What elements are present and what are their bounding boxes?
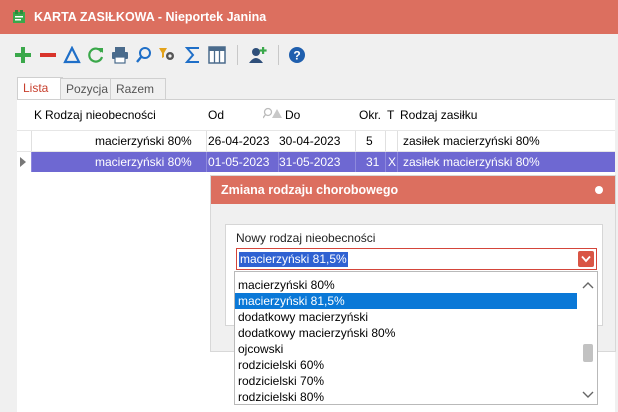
cell-do: 31-05-2023 [279, 155, 341, 169]
toolbar-separator [237, 45, 238, 65]
plus-icon[interactable] [13, 45, 33, 65]
toolbar: ? [0, 34, 618, 76]
grid-header: K Rodzaj nieobecności Od Do Okr. T Rodza… [17, 105, 615, 125]
row-indicator-icon [20, 157, 26, 167]
table-row-selected[interactable]: macierzyński 80% 01-05-2023 31-05-2023 3… [17, 151, 615, 172]
tab-razem[interactable]: Razem [110, 78, 166, 99]
dialog-title: Zmiana rodzaju chorobowego [221, 183, 399, 197]
dropdown-list[interactable]: macierzyński 80% macierzyński 81,5% doda… [234, 271, 598, 405]
window-title: KARTA ZASIŁKOWA - Nieportek Janina [34, 10, 267, 24]
cell-do: 30-04-2023 [279, 134, 341, 148]
window-title-bar: KARTA ZASIŁKOWA - Nieportek Janina [0, 0, 618, 34]
filter-gear-icon[interactable] [158, 45, 178, 65]
cell-okr: 5 [366, 134, 373, 148]
cell-t: X [388, 155, 397, 169]
cell-rodzaj: macierzyński 80% [95, 155, 192, 169]
cell-od: 26-04-2023 [208, 134, 270, 148]
dialog-title-bar: Zmiana rodzaju chorobowego [211, 176, 615, 204]
close-dot-icon[interactable] [595, 186, 603, 194]
chevron-down-icon[interactable] [582, 388, 594, 398]
chevron-down-icon[interactable] [578, 251, 594, 267]
dropdown-option[interactable]: dodatkowy macierzyński 80% [235, 325, 577, 341]
dropdown-option[interactable]: rodzicielski 70% [235, 373, 577, 389]
absence-type-select[interactable]: macierzyński 81,5% [236, 248, 597, 270]
column-header-do[interactable]: Do [285, 108, 300, 122]
cell-rodzaj: macierzyński 80% [95, 134, 192, 148]
triangle-icon[interactable] [62, 45, 82, 65]
dropdown-option-selected[interactable]: macierzyński 81,5% [235, 293, 577, 309]
dropdown-scrollbar[interactable] [579, 272, 597, 404]
help-icon[interactable]: ? [287, 45, 307, 65]
app-icon [12, 9, 28, 25]
dropdown-option[interactable]: rodzicielski 60% [235, 357, 577, 373]
cell-od: 01-05-2023 [208, 155, 270, 169]
field-label: Nowy rodzaj nieobecności [236, 231, 376, 245]
dropdown-option[interactable]: macierzyński 80% [235, 277, 577, 293]
add-person-icon[interactable] [248, 45, 268, 65]
dropdown-option[interactable]: dodatkowy macierzyński [235, 309, 577, 325]
column-header-okr[interactable]: Okr. [359, 108, 381, 122]
tab-lista[interactable]: Lista [17, 77, 63, 100]
column-header-k[interactable]: K [34, 108, 42, 122]
scrollbar-thumb[interactable] [583, 344, 593, 362]
search-icon[interactable] [134, 45, 154, 65]
dropdown-option[interactable]: ojcowski [235, 341, 577, 357]
dropdown-option[interactable]: rodzicielski 80% [235, 389, 577, 404]
column-header-rodzaj-nieobecnosci[interactable]: Rodzaj nieobecności [45, 108, 156, 122]
minus-icon[interactable] [38, 45, 58, 65]
column-header-t[interactable]: T [387, 108, 394, 122]
sort-icon [262, 107, 283, 122]
column-header-rodzaj-zasilku[interactable]: Rodzaj zasiłku [400, 108, 477, 122]
refresh-icon[interactable] [86, 45, 106, 65]
column-header-od[interactable]: Od [208, 108, 224, 122]
cell-zasilek: zasiłek macierzyński 80% [403, 155, 540, 169]
sigma-icon[interactable] [183, 45, 203, 65]
print-icon[interactable] [110, 45, 130, 65]
chevron-up-icon[interactable] [582, 278, 594, 289]
svg-text:?: ? [293, 49, 300, 63]
toolbar-separator [278, 45, 279, 65]
select-value: macierzyński 81,5% [239, 252, 348, 267]
cell-zasilek: zasiłek macierzyński 80% [403, 134, 540, 148]
columns-icon[interactable] [207, 45, 227, 65]
table-row[interactable]: macierzyński 80% 26-04-2023 30-04-2023 5… [17, 130, 615, 151]
cell-okr: 31 [366, 155, 380, 169]
